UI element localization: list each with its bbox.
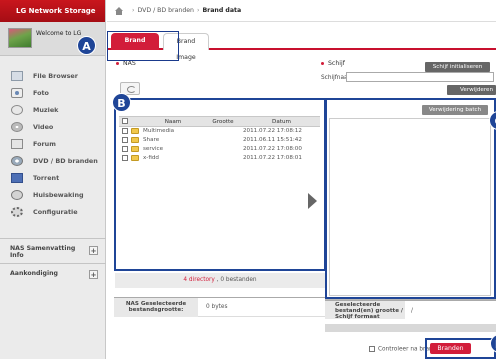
sidebar-item-label: Configuratie (33, 207, 78, 216)
sidebar-item-label: Foto (33, 88, 49, 97)
sidebar-item-video[interactable]: Video (0, 118, 105, 135)
forum-icon (11, 138, 23, 149)
remove-button[interactable]: Verwijderen (447, 85, 496, 95)
expand-plus-icon[interactable] (89, 246, 98, 255)
callout-a-highlight (107, 31, 179, 61)
sidebar-item-dvd-bd[interactable]: DVD / BD branden (0, 152, 105, 169)
sidebar-item-label: Muziek (33, 105, 59, 114)
bullet-dot (116, 61, 119, 65)
music-icon (11, 104, 23, 115)
nas-size-value: 0 bytes (206, 304, 228, 310)
sidebar-item-label: Torrent (33, 173, 60, 182)
sidebar-item-label: DVD / BD branden (33, 156, 98, 165)
disc-capacity-bar (325, 324, 496, 332)
sidebar-item-forum[interactable]: Forum (0, 135, 105, 152)
nas-summary-label: NAS Samenvatting Info (10, 245, 76, 259)
sidebar-item-configuratie[interactable]: Configuratie (0, 203, 105, 220)
sidebar-nav: File Browser Foto Muziek Video Forum DVD… (0, 56, 105, 220)
bullet-dot (321, 61, 324, 65)
sidebar-item-torrent[interactable]: Torrent (0, 169, 105, 186)
nas-heading: NAS (116, 60, 136, 67)
callout-b-badge: B (112, 93, 131, 112)
breadcrumb-current: Brand data (202, 7, 242, 14)
selected-size-value: / (411, 308, 413, 314)
expand-plus-icon[interactable] (89, 270, 98, 279)
home-icon[interactable] (114, 6, 124, 15)
selected-size-row: Geselecteerde bestand(en) grootte / Schi… (325, 300, 496, 320)
nas-summary-bar: 4 directory , 0 bestanden (115, 273, 325, 288)
photo-icon (11, 87, 23, 98)
verify-checkbox[interactable] (369, 346, 375, 352)
file-browser-icon (11, 70, 23, 81)
sidebar-item-file-browser[interactable]: File Browser (0, 67, 105, 84)
sidebar-item-label: File Browser (33, 71, 78, 80)
breadcrumb-section[interactable]: DVD / BD branden (137, 7, 194, 14)
breadcrumb: › DVD / BD branden › Brand data (107, 0, 496, 22)
nas-summary-box[interactable]: NAS Samenvatting Info (0, 238, 106, 260)
file-count: , 0 bestanden (214, 277, 257, 283)
sidebar-item-muziek[interactable]: Muziek (0, 101, 105, 118)
nas-heading-label: NAS (123, 60, 136, 67)
disc-name-input[interactable] (346, 72, 494, 82)
brand-title: LG Network Storage (0, 0, 105, 22)
sidebar-item-label: Video (33, 122, 54, 131)
disc-icon (11, 155, 23, 166)
directory-count: 4 directory (183, 277, 215, 283)
breadcrumb-separator: › (132, 7, 135, 14)
callout-a-badge: A (77, 36, 96, 55)
schijf-heading: Schijf (321, 60, 345, 67)
camera-icon (11, 189, 23, 200)
selected-size-label: Geselecteerde bestand(en) grootte / Schi… (325, 301, 405, 320)
nas-size-row: NAS Geselecteerde bestandsgrootte: 0 byt… (114, 297, 325, 317)
torrent-icon (11, 172, 23, 183)
sidebar-item-label: Forum (33, 139, 56, 148)
callout-c-highlight (325, 98, 496, 299)
callout-d-highlight (425, 338, 496, 359)
welcome-thumbnail (8, 28, 32, 48)
notice-box[interactable]: Aankondiging (0, 263, 106, 283)
sidebar-item-label: Huisbewaking (33, 190, 84, 199)
sidebar-item-foto[interactable]: Foto (0, 84, 105, 101)
initialize-disc-button[interactable]: Schijf initialiseren (425, 62, 490, 72)
video-icon (11, 121, 23, 132)
breadcrumb-separator: › (196, 7, 200, 14)
schijf-heading-label: Schijf (328, 60, 345, 67)
callout-b-highlight (114, 98, 326, 271)
welcome-text: Welcome to LG Network Storage (36, 30, 82, 37)
config-icon (11, 206, 23, 217)
nas-size-label: NAS Geselecteerde bestandsgrootte: (114, 298, 198, 317)
sidebar-item-huisbewaking[interactable]: Huisbewaking (0, 186, 105, 203)
notice-label: Aankondiging (10, 270, 58, 277)
